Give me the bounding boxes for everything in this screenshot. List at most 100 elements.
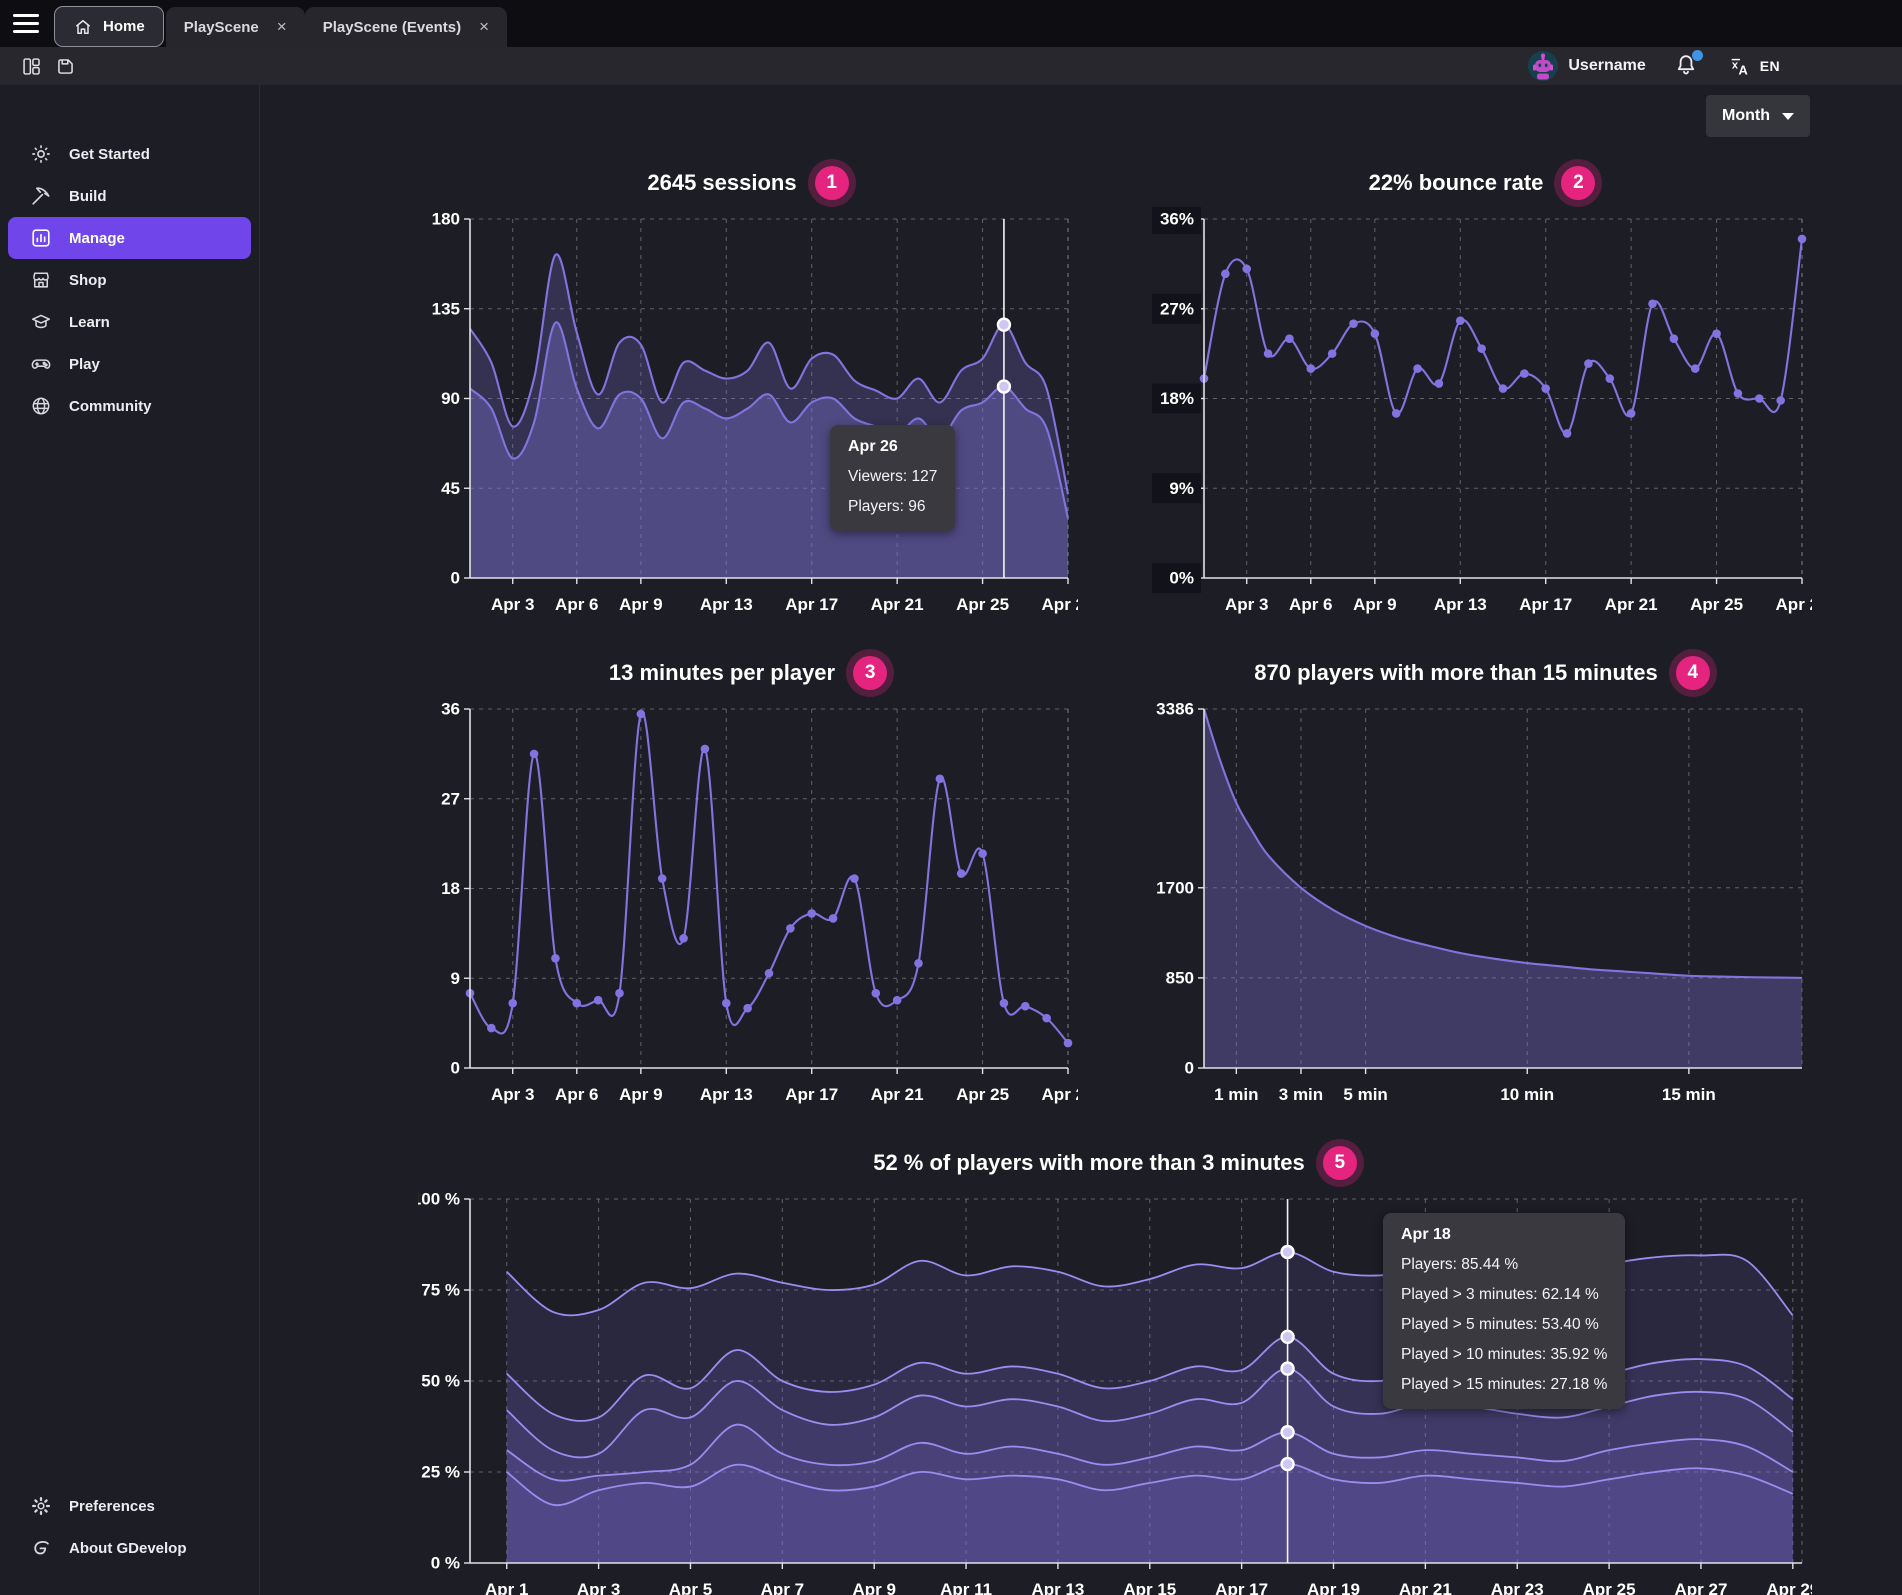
period-dropdown[interactable]: Month [1706,95,1810,137]
svg-text:Apr 17: Apr 17 [1215,1580,1268,1595]
tab-playscene-events[interactable]: PlayScene (Events)× [305,7,507,47]
notification-dot [1692,50,1703,61]
layout-panels-button[interactable] [14,51,48,81]
sidebar-item-label: Play [69,356,100,373]
chart-plot: 09182736Apr 3Apr 6Apr 9Apr 13Apr 17Apr 2… [418,697,1078,1112]
svg-text:Apr 17: Apr 17 [785,1085,838,1104]
tooltip-date: Apr 18 [1401,1226,1607,1244]
step-badge-2: 2 [1561,166,1595,200]
svg-text:50 %: 50 % [421,1372,460,1391]
svg-text:Apr 19: Apr 19 [1307,1580,1360,1595]
chart-title: 52 % of players with more than 3 minutes [873,1150,1305,1176]
bounce-rate-chart: 22% bounce rate 2 0%9%18%27%36%Apr 3Apr … [1152,137,1812,627]
minutes-per-player-chart: 13 minutes per player 3 09182736Apr 3Apr… [418,627,1078,1117]
tab-label: Home [103,18,145,35]
svg-text:5 min: 5 min [1343,1085,1387,1104]
svg-text:27%: 27% [1160,299,1194,318]
svg-text:10 min: 10 min [1500,1085,1554,1104]
svg-text:90: 90 [441,389,460,408]
svg-text:0 %: 0 % [431,1554,460,1573]
close-icon[interactable]: × [479,17,489,37]
sidebar-item-label: Community [69,398,152,415]
chart-plot: 0%9%18%27%36%Apr 3Apr 6Apr 9Apr 13Apr 17… [1152,207,1812,622]
globe-icon [30,395,52,417]
svg-text:Apr 13: Apr 13 [1434,595,1487,614]
svg-text:Apr 29: Apr 29 [1766,1580,1812,1595]
svg-text:Apr 29: Apr 29 [1042,1085,1078,1104]
svg-text:0%: 0% [1169,569,1194,588]
svg-text:18: 18 [441,879,460,898]
sidebar-item-build[interactable]: Build [8,175,251,217]
sun-icon [30,143,52,165]
svg-text:Apr 15: Apr 15 [1123,1580,1176,1595]
sidebar-item-learn[interactable]: Learn [8,301,251,343]
tooltip-value: Played > 3 minutes: 62.14 % [1401,1286,1607,1304]
tab-home[interactable]: Home [54,6,164,47]
svg-text:Apr 29: Apr 29 [1776,595,1812,614]
sidebar-item-shop[interactable]: Shop [8,259,251,301]
step-badge-3: 3 [853,656,887,690]
svg-text:Apr 3: Apr 3 [491,1085,534,1104]
avatar [1528,51,1558,81]
bounce-rate-chart-canvas[interactable]: 0%9%18%27%36%Apr 3Apr 6Apr 9Apr 13Apr 17… [1152,207,1812,627]
svg-text:15 min: 15 min [1662,1085,1716,1104]
chevron-down-icon [1782,113,1794,120]
svg-text:Apr 1: Apr 1 [485,1580,528,1595]
svg-text:0: 0 [1185,1059,1194,1078]
minutes-per-player-chart-canvas[interactable]: 09182736Apr 3Apr 6Apr 9Apr 13Apr 17Apr 2… [418,697,1078,1117]
retention-duration-chart: 870 players with more than 15 minutes 4 … [1152,627,1812,1117]
svg-text:Apr 9: Apr 9 [852,1580,895,1595]
chart-title: 2645 sessions [647,170,796,196]
svg-text:0: 0 [451,1059,460,1078]
svg-text:9%: 9% [1169,479,1194,498]
sidebar-item-label: Manage [69,230,125,247]
sessions-chart: 2645 sessions 1 04590135180Apr 3Apr 6Apr… [418,137,1078,627]
svg-text:Apr 21: Apr 21 [1605,595,1658,614]
sessions-chart-canvas[interactable]: 04590135180Apr 3Apr 6Apr 9Apr 13Apr 17Ap… [418,207,1078,627]
chart-icon [30,227,52,249]
user-account-button[interactable]: Username [1528,51,1645,81]
sidebar-item-manage[interactable]: Manage [8,217,251,259]
svg-text:Apr 11: Apr 11 [940,1580,992,1595]
pickaxe-icon [30,185,52,207]
svg-text:100 %: 100 % [418,1190,460,1209]
players-minutes-percent-chart: 52 % of players with more than 3 minutes… [418,1117,1812,1595]
tab-playscene[interactable]: PlayScene × [166,7,305,47]
sidebar-item-label: Preferences [69,1498,155,1515]
sidebar-item-community[interactable]: Community [8,385,251,427]
svg-text:Apr 23: Apr 23 [1491,1580,1544,1595]
chart-plot: 0850170033861 min3 min5 min10 min15 min [1152,697,1812,1112]
step-badge-4: 4 [1676,656,1710,690]
svg-text:Apr 3: Apr 3 [577,1580,620,1595]
gamepad-icon [30,353,52,375]
svg-text:180: 180 [432,210,460,229]
svg-text:A: A [1738,62,1747,77]
svg-text:Apr 13: Apr 13 [1031,1580,1084,1595]
sidebar-item-play[interactable]: Play [8,343,251,385]
sidebar-item-label: Build [69,188,107,205]
sidebar-item-about-gdevelop[interactable]: About GDevelop [8,1527,251,1569]
svg-text:Apr 3: Apr 3 [491,595,534,614]
layout-icon [21,56,42,77]
sidebar-item-preferences[interactable]: Preferences [8,1485,251,1527]
top-tab-bar: HomePlayScene×PlayScene (Events)× [0,0,1902,47]
hamburger-menu-icon[interactable] [0,0,52,47]
sidebar-nav: Get Started Build Manage ShopLearn Play Commu… [0,133,259,427]
svg-text:Apr 6: Apr 6 [555,1085,598,1104]
close-icon[interactable]: × [277,17,287,37]
notifications-button[interactable] [1674,53,1700,79]
svg-text:25 %: 25 % [421,1463,460,1482]
save-button[interactable] [48,51,82,81]
language-selector[interactable]: x A EN [1728,55,1780,77]
svg-text:1700: 1700 [1156,878,1194,897]
tab-label: PlayScene [184,19,259,36]
svg-text:Apr 17: Apr 17 [1519,595,1572,614]
sidebar-item-get-started[interactable]: Get Started [8,133,251,175]
home-icon [73,17,93,37]
save-icon [55,56,76,77]
step-badge-1: 1 [815,166,849,200]
retention-duration-chart-canvas[interactable]: 0850170033861 min3 min5 min10 min15 min [1152,697,1812,1117]
language-code-label: EN [1760,58,1780,74]
svg-text:Apr 25: Apr 25 [956,1085,1009,1104]
svg-text:45: 45 [441,479,460,498]
